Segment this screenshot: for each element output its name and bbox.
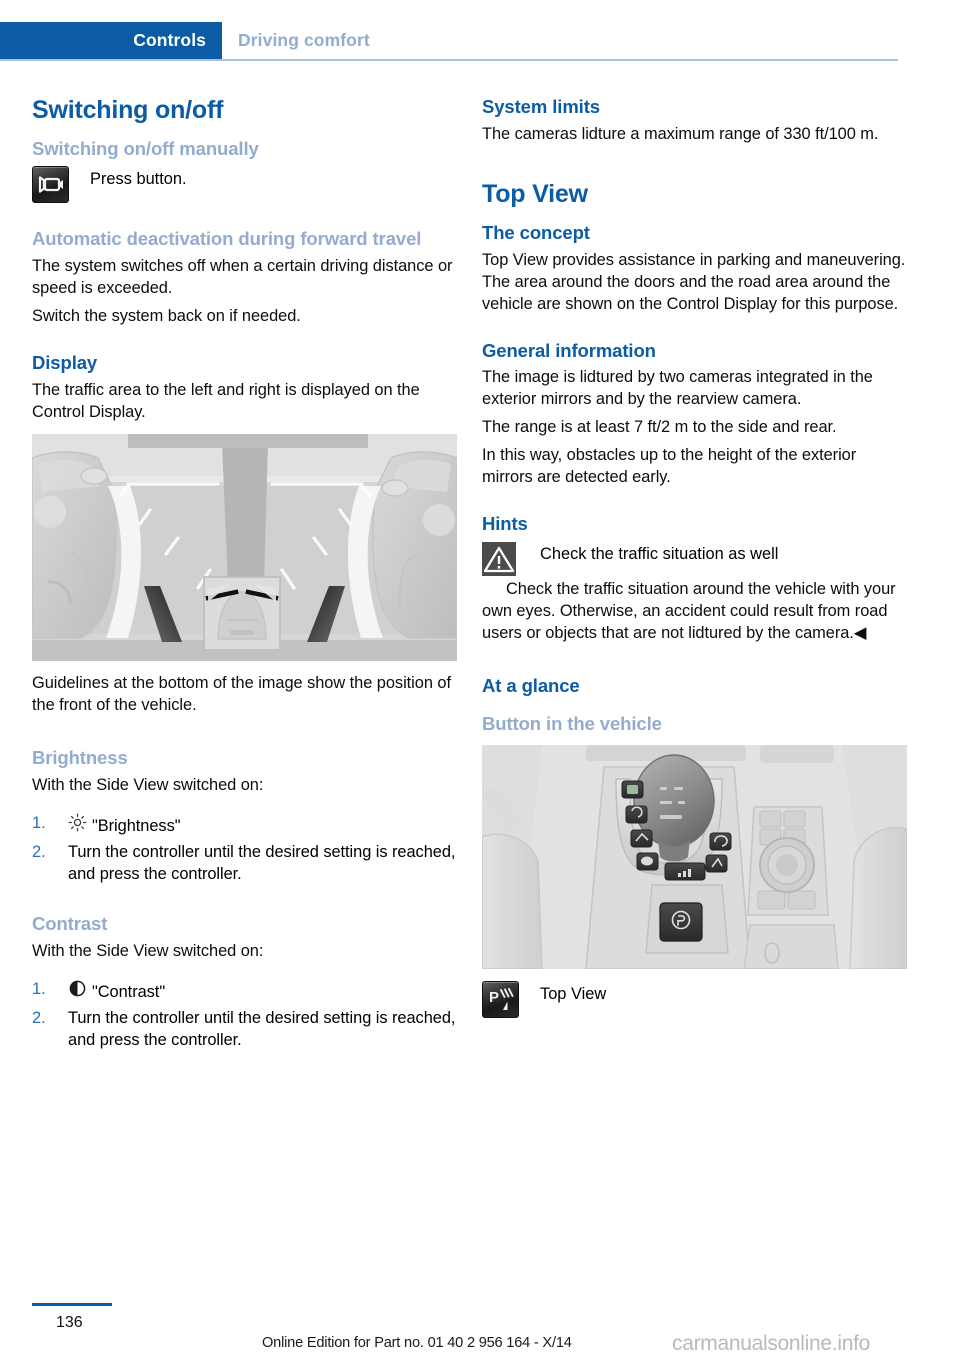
header-rule (0, 59, 898, 61)
step-text: "Contrast" (92, 983, 166, 1002)
step-number: 1. (32, 814, 46, 833)
heading-at-a-glance: At a glance (482, 675, 580, 697)
heading-auto-deactivation: Automatic deactivation during forward tr… (32, 228, 422, 250)
list-item: 1. "Contrast" (32, 979, 457, 1005)
paragraph-guidelines: Guidelines at the bottom of the image sh… (32, 674, 451, 715)
paragraph-general-3: In this way, obstacles up to the height … (482, 446, 857, 487)
paragraph-general-2: The range is at least 7 ft/2 m to the si… (482, 418, 837, 437)
footer-rule (32, 1303, 112, 1306)
watermark: carmanualsonline.info (672, 1332, 870, 1355)
step-text: Turn the controller until the desired se… (68, 843, 456, 884)
paragraph-general-1: The image is lidtured by two cameras int… (482, 368, 873, 409)
sun-brightness-icon (68, 813, 92, 839)
step-text: Turn the controller until the desired se… (68, 1009, 456, 1050)
warning-body: Check the traffic situation around the v… (482, 580, 896, 643)
paragraph-system-limits: The cameras lidture a maximum range of 3… (482, 124, 879, 143)
list-item: 1. "Brightness" (32, 813, 457, 839)
list-item: 2. Turn the controller until the desired… (32, 842, 457, 886)
brightness-step-list: 1. "Brightness" 2. Turn the controller u… (32, 813, 457, 886)
svg-text:P: P (489, 989, 499, 1006)
heading-contrast: Contrast (32, 913, 108, 935)
heading-the-concept: The concept (482, 221, 590, 243)
heading-switching-on-off: Switching on/off (32, 96, 224, 124)
paragraph-display: The traffic area to the left and right i… (32, 381, 420, 422)
warning-title: Check the traffic situation as well (540, 545, 779, 564)
list-item: 2. Turn the controller until the desired… (32, 1008, 457, 1052)
contrast-step-list: 1. "Contrast" 2. Turn the controller unt… (32, 979, 457, 1052)
step-number: 1. (32, 980, 46, 999)
paragraph-auto-deactivation-2: Switch the system back on if needed. (32, 307, 301, 326)
figure-center-console (482, 745, 907, 970)
step-number: 2. (32, 1009, 46, 1028)
chapter-tab-label: Controls (133, 30, 206, 50)
heading-system-limits: System limits (482, 96, 600, 117)
left-column: Switching on/off Switching on/off manual… (32, 96, 457, 1055)
top-view-label: Top View (540, 985, 607, 1004)
paragraph-contrast-intro: With the Side View switched on: (32, 942, 264, 961)
heading-switching-manually: Switching on/off manually (32, 138, 259, 159)
right-column: System limits The cameras lidture a maxi… (482, 96, 907, 1019)
heading-display: Display (32, 352, 98, 374)
paragraph-auto-deactivation-1: The system switches off when a certain d… (32, 257, 453, 298)
heading-general-information: General information (482, 339, 656, 361)
page-number: 136 (56, 1314, 83, 1331)
step-text: "Brightness" (92, 817, 181, 836)
heading-top-view: Top View (482, 179, 588, 208)
step-number: 2. (32, 843, 46, 862)
running-header: Controls Driving comfort (0, 22, 960, 61)
press-button-text: Press button. (90, 170, 187, 189)
chapter-tab: Controls (0, 22, 222, 59)
figure-side-view-display (32, 434, 457, 662)
side-view-camera-button-icon (32, 166, 69, 204)
heading-hints: Hints (482, 513, 528, 535)
top-view-button-row: P Top View (482, 981, 907, 1019)
section-title: Driving comfort (238, 30, 370, 50)
edition-line: Online Edition for Part no. 01 40 2 956 … (262, 1335, 572, 1351)
top-view-parking-button-icon: P (482, 981, 519, 1019)
heading-button-in-vehicle: Button in the vehicle (482, 712, 662, 734)
paragraph-concept: Top View provides assistance in parking … (482, 250, 906, 313)
paragraph-brightness-intro: With the Side View switched on: (32, 776, 264, 795)
heading-brightness: Brightness (32, 747, 128, 769)
warning-triangle-icon (482, 542, 516, 577)
half-circle-contrast-icon (68, 979, 92, 1005)
press-button-row: Press button. (32, 166, 457, 204)
warning-block: Check the traffic situation as well (482, 541, 907, 577)
